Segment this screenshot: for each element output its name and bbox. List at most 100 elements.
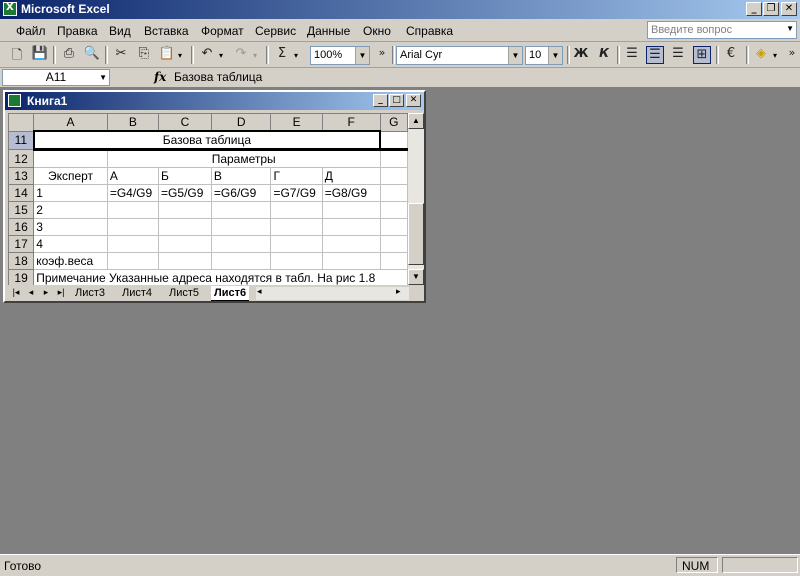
formula-input[interactable]: Базова таблица (174, 70, 262, 84)
menu-help[interactable]: Справка (406, 24, 453, 38)
row-header[interactable]: 14 (8, 184, 35, 202)
sheet-tab[interactable]: Лист4 (119, 286, 155, 300)
row-header[interactable]: 12 (8, 149, 35, 168)
cell[interactable]: Г (270, 167, 323, 185)
merge-center-icon[interactable]: ⊞ (693, 46, 711, 64)
column-header[interactable]: B (106, 113, 160, 132)
cut-icon[interactable]: ✂ (112, 46, 130, 64)
align-right-icon[interactable]: ☰ (669, 46, 687, 64)
cell[interactable] (379, 184, 408, 202)
select-all-corner[interactable] (8, 113, 35, 132)
minimize-button[interactable]: _ (746, 2, 762, 16)
toolbar-options-icon[interactable]: » (783, 46, 800, 64)
cell[interactable] (321, 218, 381, 236)
menu-format[interactable]: Формат (201, 24, 244, 38)
column-header[interactable]: A (33, 113, 108, 132)
align-center-icon[interactable]: ☰ (646, 46, 664, 64)
vertical-scrollbar[interactable]: ▲ ▼ (408, 113, 424, 285)
redo-icon[interactable]: ↷ (232, 46, 250, 64)
column-header[interactable]: F (321, 113, 381, 132)
zoom-select[interactable]: 100% ▼ (310, 46, 370, 65)
cell[interactable] (106, 218, 160, 236)
workbook-maximize-button[interactable]: □ (389, 94, 404, 107)
autosum-dropdown-icon[interactable]: ▾ (294, 51, 298, 60)
cell-note[interactable]: Примечание Указанные адреса находятся в … (33, 269, 408, 285)
fill-color-icon[interactable]: ◈ (752, 46, 770, 64)
cell[interactable]: 4 (33, 235, 108, 253)
print-preview-icon[interactable]: 🔍 (83, 46, 101, 64)
cell[interactable] (270, 235, 323, 253)
scroll-down-icon[interactable]: ▼ (408, 269, 424, 285)
cell[interactable]: =G8/G9 (321, 184, 381, 202)
menu-edit[interactable]: Правка (57, 24, 98, 38)
restore-button[interactable]: ❐ (763, 2, 779, 16)
scroll-right-icon[interactable]: ▸ (396, 286, 401, 297)
print-icon[interactable]: ⎙ (60, 46, 78, 64)
cell[interactable]: Эксперт (33, 167, 108, 185)
cell[interactable]: В (210, 167, 272, 185)
align-left-icon[interactable]: ☰ (623, 46, 641, 64)
bold-button[interactable]: Ж (572, 46, 590, 64)
font-name-select[interactable]: Arial Cyr ▼ (396, 46, 523, 65)
menu-tools[interactable]: Сервис (255, 24, 296, 38)
column-header[interactable]: D (210, 113, 272, 132)
scroll-up-icon[interactable]: ▲ (408, 113, 424, 129)
menu-data[interactable]: Данные (307, 24, 350, 38)
cell[interactable]: Д (321, 167, 381, 185)
cell[interactable] (210, 235, 272, 253)
cell[interactable] (158, 252, 212, 270)
cell[interactable] (379, 167, 408, 185)
cell[interactable] (158, 201, 212, 219)
cell[interactable] (210, 201, 272, 219)
cell[interactable] (379, 218, 408, 236)
cell[interactable] (210, 218, 272, 236)
cell[interactable] (106, 201, 160, 219)
cell[interactable] (33, 149, 108, 168)
close-button[interactable]: ✕ (781, 2, 797, 16)
cell[interactable] (158, 218, 212, 236)
menu-window[interactable]: Окно (363, 24, 391, 38)
function-icon[interactable]: fx (154, 70, 166, 84)
sheet-tab[interactable]: Лист3 (72, 286, 108, 300)
workbook-close-button[interactable]: ✕ (406, 94, 421, 107)
cell-table[interactable]: A B C D E F G 11 Базова таблица 12 Парам… (8, 113, 408, 285)
cell[interactable]: 1 (33, 184, 108, 202)
menu-insert[interactable]: Вставка (144, 24, 189, 38)
redo-dropdown-icon[interactable]: ▾ (253, 51, 257, 60)
paste-icon[interactable]: 📋 (158, 46, 176, 64)
cell-a11-merged[interactable]: Базова таблица (32, 130, 382, 151)
undo-dropdown-icon[interactable]: ▾ (219, 51, 223, 60)
cell[interactable]: А (106, 167, 160, 185)
workbook-minimize-button[interactable]: _ (373, 94, 388, 107)
cell[interactable]: 2 (33, 201, 108, 219)
cell-b12-merged[interactable]: Параметры (106, 149, 381, 168)
scroll-left-icon[interactable]: ◂ (257, 286, 262, 297)
fill-color-dropdown-icon[interactable]: ▾ (773, 51, 777, 60)
paste-dropdown-icon[interactable]: ▾ (178, 51, 182, 60)
cell[interactable]: 3 (33, 218, 108, 236)
spreadsheet-grid[interactable]: A B C D E F G 11 Базова таблица 12 Парам… (8, 113, 408, 285)
cell[interactable] (106, 235, 160, 253)
cell[interactable] (270, 252, 323, 270)
row-header[interactable]: 16 (8, 218, 35, 236)
chevron-down-icon[interactable]: ▼ (548, 47, 562, 64)
column-header[interactable]: E (270, 113, 323, 132)
scroll-thumb[interactable] (408, 203, 424, 265)
cell[interactable]: =G5/G9 (158, 184, 212, 202)
cell[interactable] (270, 201, 323, 219)
cell[interactable] (379, 252, 408, 270)
next-sheet-icon[interactable]: ▸ (40, 287, 52, 298)
cell[interactable] (379, 201, 408, 219)
row-header[interactable]: 13 (8, 167, 35, 185)
row-header[interactable]: 11 (8, 130, 35, 150)
italic-button[interactable]: К (595, 46, 613, 64)
font-size-select[interactable]: 10 ▼ (525, 46, 563, 65)
column-header[interactable]: G (379, 113, 408, 132)
toolbar-options-icon[interactable]: » (373, 46, 391, 64)
cell[interactable]: коэф.веса (33, 252, 108, 270)
cell[interactable] (210, 252, 272, 270)
save-icon[interactable]: 💾 (31, 46, 49, 64)
row-header[interactable]: 17 (8, 235, 35, 253)
horizontal-scrollbar[interactable]: ◂ ▸ (256, 286, 409, 300)
prev-sheet-icon[interactable]: ◂ (25, 287, 37, 298)
